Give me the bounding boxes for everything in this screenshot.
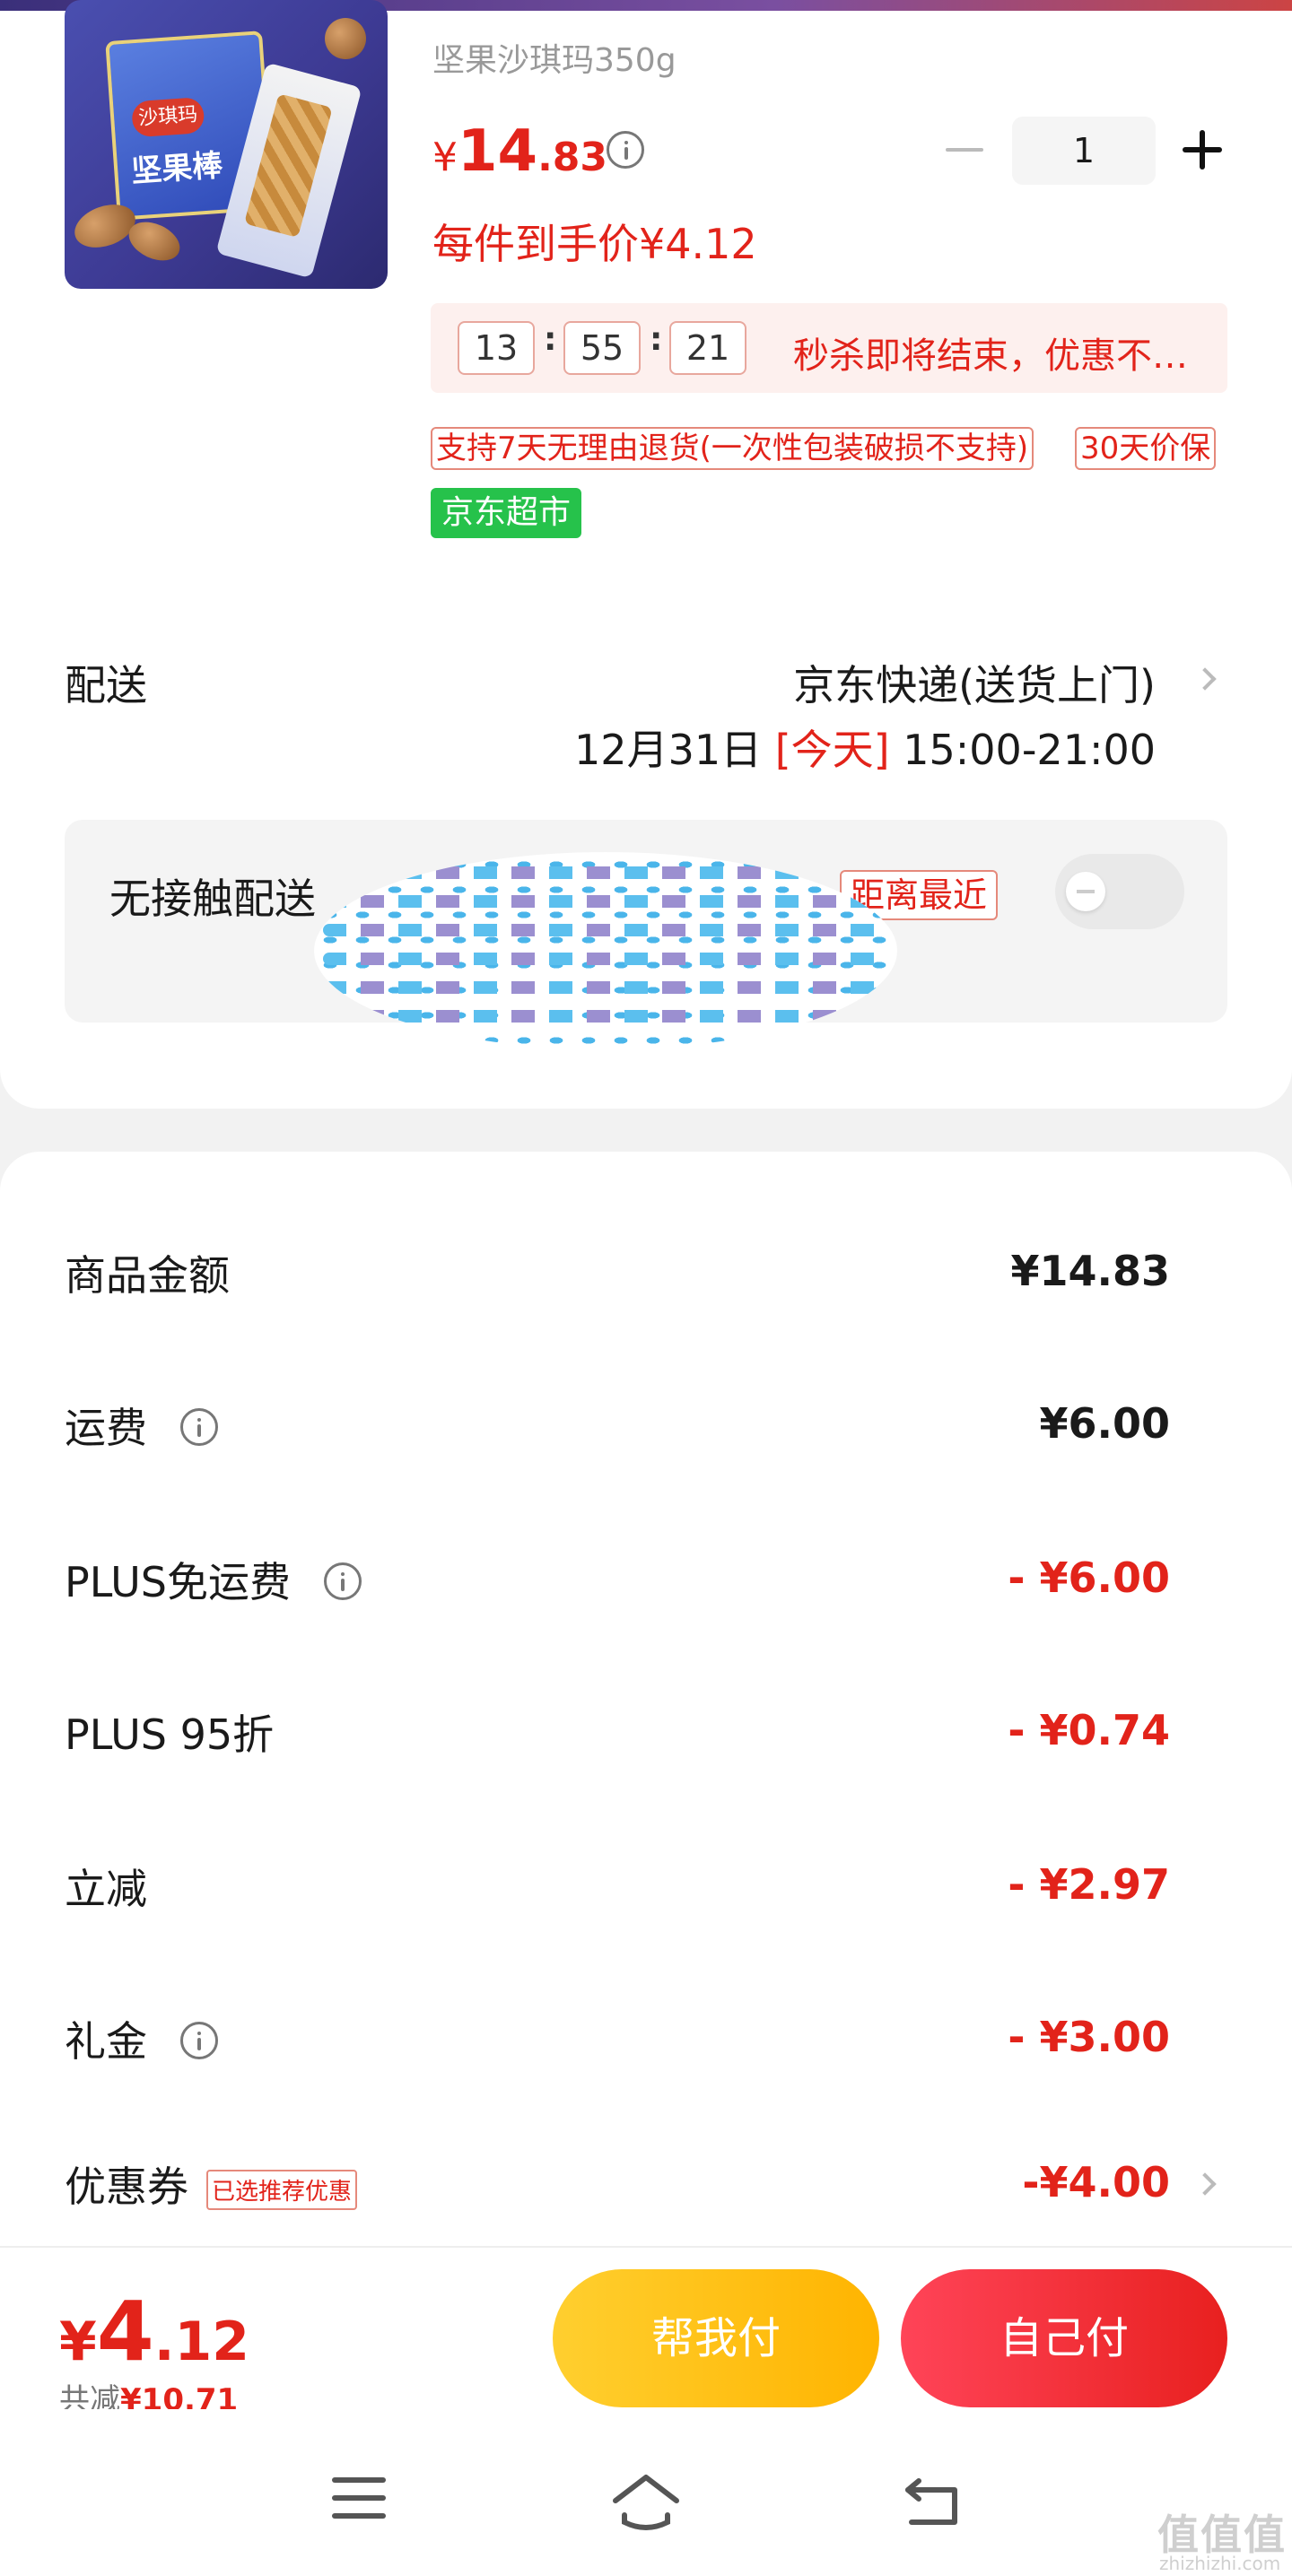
detail-value: - ¥2.97 <box>1008 1860 1170 1909</box>
per-item-price: 每件到手价¥4.12 <box>432 220 757 268</box>
shipping-window: 15:00-21:00 <box>889 726 1156 774</box>
detail-label: PLUS 95折 <box>65 1710 275 1759</box>
coupon-value[interactable]: -¥4.00 <box>1022 2158 1170 2206</box>
quantity-input[interactable]: 1 <box>1012 117 1156 185</box>
price-integer: 14 <box>458 118 538 185</box>
checkout-bar: ¥4.12 共减¥10.71 帮我付 自己付 <box>0 2248 1292 2418</box>
help-me-pay-button[interactable]: 帮我付 <box>553 2269 879 2407</box>
contactless-toggle[interactable] <box>1055 854 1184 929</box>
shipping-fee-info-icon[interactable] <box>179 1408 218 1446</box>
product-subtitle: 坚果沙琪玛350g <box>432 42 677 79</box>
coupon-row[interactable]: 优惠券 已选推荐优惠 <box>65 2154 358 2214</box>
coupon-label: 优惠券 <box>65 2163 188 2211</box>
detail-label: 商品金额 <box>65 1251 230 1300</box>
quantity-increase-button[interactable] <box>1183 130 1222 170</box>
detail-label: PLUS免运费 <box>65 1550 362 1609</box>
price-decimal: .83 <box>537 135 608 180</box>
detail-value: - ¥0.74 <box>1008 1706 1170 1754</box>
watermark-url: zhizhizhi.com <box>1159 2553 1281 2574</box>
countdown-seconds: 21 <box>669 321 746 375</box>
product-price: ¥14.83 <box>432 118 607 185</box>
product-image[interactable]: 沙琪玛 坚果棒 <box>65 0 388 289</box>
total-price: ¥4.12 <box>59 2284 250 2380</box>
chevron-right-icon[interactable] <box>1193 2172 1217 2196</box>
return-policy-tag: 支持7天无理由退货(一次性包装破损不支持) <box>431 427 1034 470</box>
price-detail-card: 商品金额 ¥14.83 运费 ¥6.00 PLUS免运费 - ¥6.00 PLU… <box>0 1152 1292 2255</box>
detail-value: - ¥3.00 <box>1008 2013 1170 2061</box>
countdown-minutes: 55 <box>563 321 641 375</box>
detail-label: 立减 <box>65 1865 147 1913</box>
brand-logo: 沙琪玛 <box>130 96 205 138</box>
detail-value: ¥14.83 <box>1010 1247 1170 1295</box>
back-icon[interactable] <box>903 2474 962 2528</box>
shipping-date: 12月31日 <box>574 726 775 774</box>
system-nav-bar <box>0 2409 1292 2576</box>
price-info-icon[interactable] <box>607 131 644 169</box>
countdown-colon: : <box>544 321 557 358</box>
chevron-right-icon[interactable] <box>1193 667 1217 691</box>
detail-value: - ¥6.00 <box>1008 1553 1170 1602</box>
price-currency: ¥ <box>432 135 458 180</box>
countdown-hours: 13 <box>458 321 535 375</box>
price-protect-tag: 30天价保 <box>1075 427 1217 470</box>
flash-sale-message: 秒杀即将结束，优惠不… <box>793 335 1188 377</box>
contactless-label: 无接触配送 <box>109 875 316 923</box>
plus-free-shipping-info-icon[interactable] <box>323 1562 362 1600</box>
menu-icon[interactable] <box>332 2477 386 2522</box>
pay-myself-button[interactable]: 自己付 <box>901 2269 1227 2407</box>
shipping-method[interactable]: 京东快递(送货上门) <box>793 653 1156 712</box>
store-badge: 京东超市 <box>431 488 582 538</box>
detail-label: 礼金 <box>65 2009 218 2068</box>
home-icon[interactable] <box>610 2470 682 2533</box>
flash-sale-bar: 13 : 55 : 21 秒杀即将结束，优惠不… <box>431 303 1227 393</box>
gift-money-info-icon[interactable] <box>179 2022 218 2059</box>
detail-value: ¥6.00 <box>1039 1399 1170 1448</box>
countdown-colon: : <box>650 321 663 358</box>
redaction-overlay <box>314 852 897 1049</box>
shipping-today: [今天] <box>774 726 890 774</box>
product-box-name: 坚果棒 <box>130 147 224 190</box>
coupon-tag: 已选推荐优惠 <box>206 2170 358 2210</box>
shipping-time: 12月31日 [今天] 15:00-21:00 <box>574 718 1156 777</box>
product-card: 沙琪玛 坚果棒 坚果沙琪玛350g ¥14.83 1 每件到手价¥4.12 13… <box>0 0 1292 1109</box>
quantity-decrease-button[interactable] <box>946 148 983 152</box>
shipping-label: 配送 <box>65 661 147 709</box>
nut-icon <box>325 18 366 59</box>
detail-label: 运费 <box>65 1396 218 1455</box>
